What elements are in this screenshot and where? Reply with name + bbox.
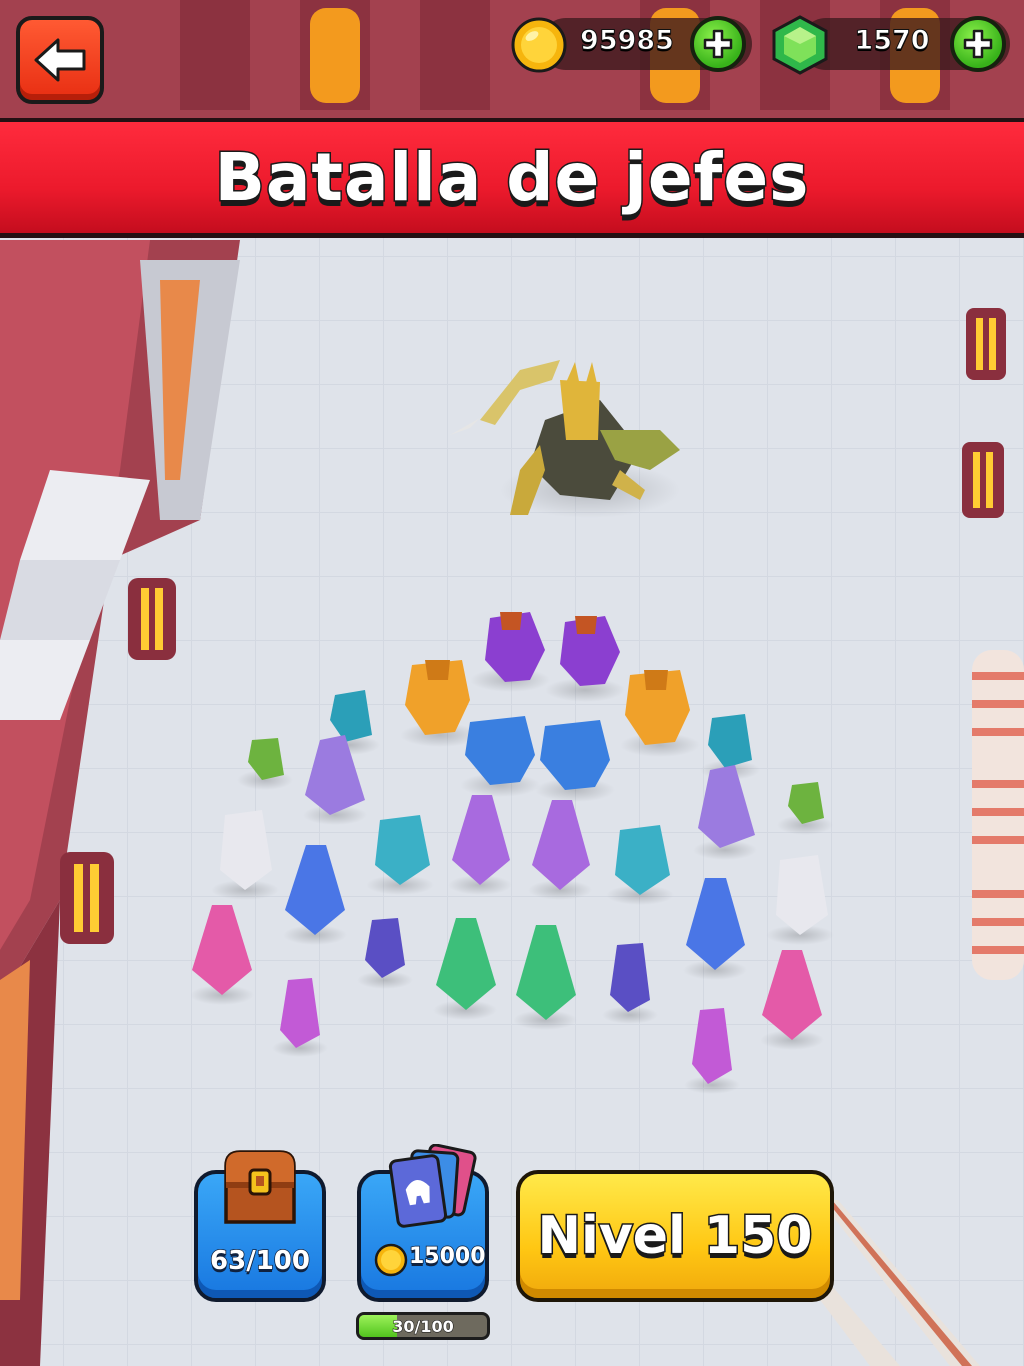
chest-count: 63/100 [209, 1245, 310, 1277]
plus-icon [963, 29, 993, 59]
chest-icon [218, 1148, 302, 1230]
plus-icon [703, 29, 733, 59]
arrow-left-icon [34, 38, 86, 82]
back-button[interactable] [16, 16, 104, 104]
gem-icon [770, 14, 830, 76]
cards-progress-label: 30/100 [392, 1316, 455, 1336]
coins-value: 95985 [580, 25, 675, 57]
cards-icon [380, 1143, 480, 1232]
wall-light [128, 578, 176, 660]
add-coins-button[interactable] [690, 16, 746, 72]
coin-icon [510, 16, 568, 74]
striped-pillar [972, 650, 1024, 980]
wall-light [966, 308, 1006, 380]
gems-value: 1570 [854, 25, 930, 57]
coin-icon [373, 1242, 409, 1278]
level-play-button[interactable]: Nivel 150 [516, 1170, 834, 1302]
army-unit [460, 716, 540, 797]
wall-light [962, 442, 1004, 518]
page-title: Batalla de jefes [213, 138, 810, 218]
add-gems-button[interactable] [950, 16, 1006, 72]
wall-light [60, 852, 114, 944]
army-unit [535, 720, 615, 802]
title-banner: Batalla de jefes [0, 118, 1024, 238]
cards-cost: 15000 [408, 1243, 486, 1270]
level-label: Nivel 150 [536, 1205, 814, 1268]
